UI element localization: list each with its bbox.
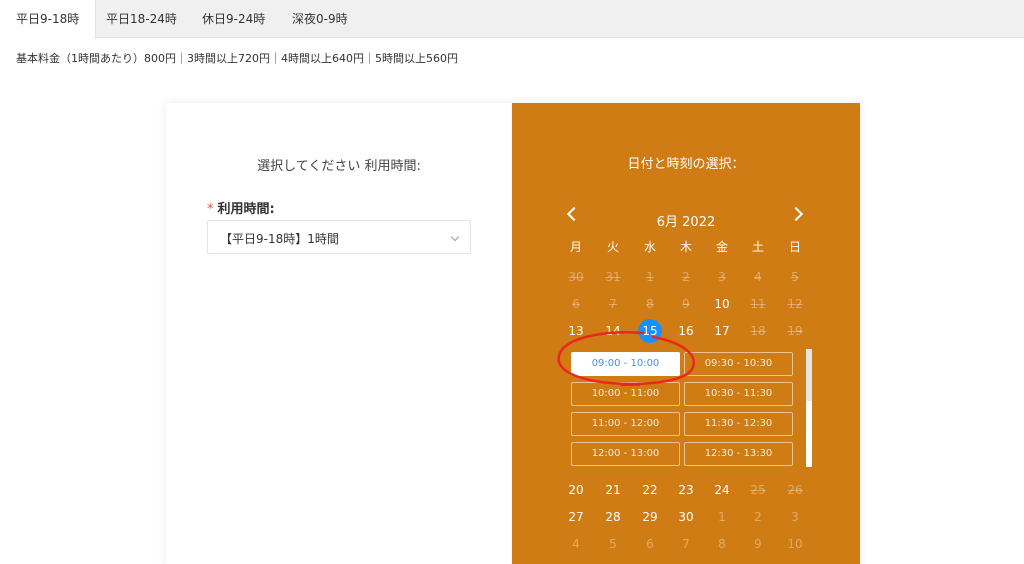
calendar-day[interactable]: 21: [595, 480, 631, 500]
time-slot[interactable]: 10:30 - 11:30: [684, 382, 793, 406]
calendar-day[interactable]: 30: [668, 507, 704, 527]
weekday-label: 日: [788, 240, 801, 254]
calendar-day[interactable]: 10: [704, 294, 740, 314]
time-slot[interactable]: 12:30 - 13:30: [684, 442, 793, 466]
time-slot-list: 09:00 - 10:00 09:30 - 10:30 10:00 - 11:00 1…: [571, 352, 815, 468]
calendar-day: 9: [754, 537, 762, 551]
calendar-day: 6: [646, 537, 654, 551]
weekday-label: 木: [679, 240, 692, 254]
tab-weekday-18-24[interactable]: 平日18-24時: [90, 0, 193, 38]
weekday-label: 土: [751, 240, 764, 254]
calendar-day[interactable]: 20: [558, 480, 594, 500]
calendar-day[interactable]: 17: [704, 321, 740, 341]
calendar-day: 7: [682, 537, 690, 551]
weekday-label: 火: [606, 240, 619, 254]
weekday-label: 水: [643, 240, 656, 254]
calendar-day: 5: [609, 537, 617, 551]
calendar-title: 日付と時刻の選択：: [627, 157, 745, 172]
calendar-day[interactable]: 23: [668, 480, 704, 500]
calendar-day: 31: [605, 270, 621, 284]
calendar-day: 1: [646, 270, 654, 284]
calendar-day: 3: [718, 270, 726, 284]
usage-time-select-value: 【平日9-18時】1時間: [220, 232, 339, 246]
booking-panel: 選択してください 利用時間: * 利用時間: 【平日9-18時】1時間 日付と時刻…: [166, 103, 860, 564]
required-mark: *: [207, 202, 214, 217]
calendar-day: 19: [787, 324, 803, 338]
calendar-day: 4: [572, 537, 580, 551]
calendar-day: 9: [682, 297, 690, 311]
calendar-day[interactable]: 29: [632, 507, 668, 527]
scrollbar-thumb[interactable]: [806, 349, 812, 401]
usage-time-label: * 利用時間:: [207, 198, 275, 217]
month-label: 6月 2022: [656, 215, 716, 230]
calendar-day[interactable]: 24: [704, 480, 740, 500]
tab-night-0-9[interactable]: 深夜0-9時: [276, 0, 364, 38]
time-slot[interactable]: 11:30 - 12:30: [684, 412, 793, 436]
time-slot[interactable]: 11:00 - 12:00: [571, 412, 680, 436]
calendar-day: 2: [754, 510, 762, 524]
calendar-day: 25: [750, 483, 766, 497]
calendar-day[interactable]: 27: [558, 507, 594, 527]
tab-holiday-9-24[interactable]: 休日9-24時: [186, 0, 281, 38]
calendar-day: 8: [718, 537, 726, 551]
calendar-day: 11: [750, 297, 766, 311]
time-slot-scrollbar[interactable]: [806, 349, 812, 467]
weekday-label: 月: [569, 240, 582, 254]
calendar-day[interactable]: 14: [595, 321, 631, 341]
calendar-day: 10: [787, 537, 803, 551]
calendar-day: 7: [609, 297, 617, 311]
calendar-day: 12: [787, 297, 803, 311]
calendar-day: 30: [568, 270, 584, 284]
calendar-day: 26: [787, 483, 803, 497]
chevron-down-icon: [450, 232, 460, 242]
usage-time-label-text: 利用時間:: [217, 202, 275, 217]
tab-weekday-9-18[interactable]: 平日9-18時: [0, 0, 97, 39]
calendar-day: 8: [646, 297, 654, 311]
calendar-day: 18: [750, 324, 766, 338]
calendar-day-selected[interactable]: 15: [638, 319, 662, 343]
calendar-day: 2: [682, 270, 690, 284]
time-slot[interactable]: 10:00 - 11:00: [571, 382, 680, 406]
pricing-info: 基本料金（1時間あたり）800円｜3時間以上720円｜4時間以上640円｜5時間…: [16, 52, 458, 65]
time-slot[interactable]: 12:00 - 13:00: [571, 442, 680, 466]
calendar-panel: 日付と時刻の選択： 6月 2022 月火水木金土日 30 31 1 2 3 4 5 6 7 8 9 1…: [512, 103, 860, 564]
calendar-day[interactable]: 28: [595, 507, 631, 527]
calendar-day[interactable]: 22: [632, 480, 668, 500]
calendar-day: 4: [754, 270, 762, 284]
calendar-day: 1: [718, 510, 726, 524]
usage-time-select[interactable]: 【平日9-18時】1時間: [207, 220, 471, 254]
calendar-day[interactable]: 16: [668, 321, 704, 341]
time-slot[interactable]: 09:30 - 10:30: [684, 352, 793, 376]
calendar-day: 6: [572, 297, 580, 311]
time-slot-selected[interactable]: 09:00 - 10:00: [571, 352, 680, 376]
usage-time-heading: 選択してください 利用時間:: [257, 159, 421, 174]
calendar-day: 5: [791, 270, 799, 284]
calendar-day[interactable]: 13: [558, 321, 594, 341]
weekday-label: 金: [715, 240, 728, 254]
calendar-day: 3: [791, 510, 799, 524]
tab-bar: 平日9-18時 平日18-24時 休日9-24時 深夜0-9時: [0, 0, 1024, 39]
